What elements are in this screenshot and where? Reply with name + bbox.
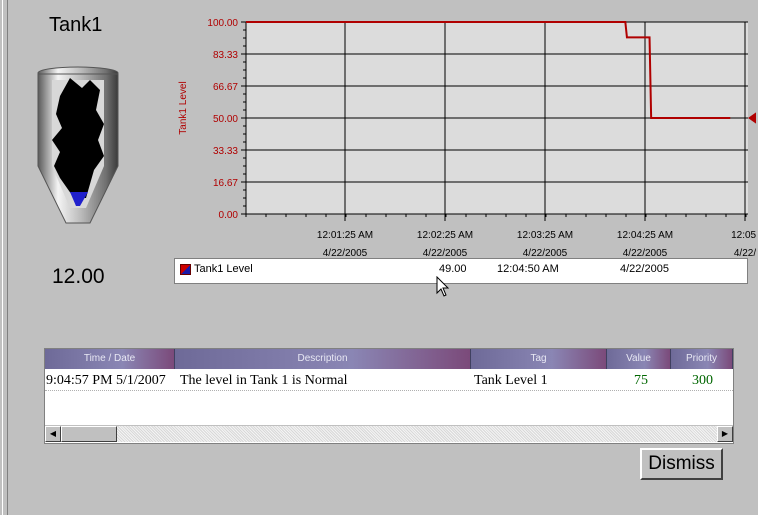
alarm-priority: 300 <box>692 373 713 388</box>
column-header-value[interactable]: Value <box>607 349 671 369</box>
column-header-time-date[interactable]: Time / Date <box>45 349 175 369</box>
chart-x-tick-label: 12:03:25 AM <box>517 230 573 241</box>
horizontal-scrollbar[interactable]: ◀ ▶ <box>45 425 733 442</box>
tank-level-value: 12.00 <box>52 265 105 288</box>
chart-x-tick-label: 12:02:25 AM <box>417 230 473 241</box>
chart-x-tick-date: 4/22/2005 <box>423 248 468 258</box>
conical-tank-icon <box>37 66 119 224</box>
legend-color-swatch <box>180 264 191 275</box>
alarm-description: The level in Tank 1 is Normal <box>180 373 348 388</box>
legend-value: 49.00 <box>439 263 467 275</box>
window-frame <box>0 0 8 515</box>
legend-date: 4/22/2005 <box>620 263 669 275</box>
legend-series-name: Tank1 Level <box>194 263 253 275</box>
chart-x-tick-label: 12:01:25 AM <box>317 230 373 241</box>
chart-x-tick-label: 12:05: <box>731 230 756 241</box>
column-header-description[interactable]: Description <box>175 349 471 369</box>
trend-chart[interactable]: 100.00 83.33 66.67 50.00 33.33 16.67 0.00 12:01… <box>176 14 758 259</box>
chart-y-tick-label: 83.33 <box>213 50 238 61</box>
alarm-time-date: 9:04:57 PM 5/1/2007 <box>46 373 166 388</box>
mouse-pointer-icon <box>436 276 450 297</box>
alarm-row[interactable]: 9:04:57 PM 5/1/2007 The level in Tank 1 … <box>45 373 733 391</box>
chart-x-tick-label: 12:04:25 AM <box>617 230 673 241</box>
column-header-tag[interactable]: Tag <box>471 349 607 369</box>
chart-current-value-marker <box>748 111 758 125</box>
chart-y-tick-label: 16.67 <box>213 178 238 189</box>
scroll-left-button[interactable]: ◀ <box>45 426 61 442</box>
dismiss-button[interactable]: Dismiss <box>640 448 723 480</box>
chart-x-tick-date: 4/22/ <box>734 248 756 258</box>
alarm-header-row: Time / Date Description Tag Value Priori… <box>45 349 733 369</box>
chart-y-axis-label: Tank1 Level <box>178 81 189 134</box>
arrow-right-icon: ▶ <box>721 429 729 438</box>
chart-y-tick-label: 50.00 <box>213 114 238 125</box>
alarm-value: 75 <box>634 373 648 388</box>
trend-legend[interactable]: Tank1 Level 49.00 12:04:50 AM 4/22/2005 <box>174 258 748 284</box>
legend-time: 12:04:50 AM <box>497 263 559 275</box>
chart-x-tick-date: 4/22/2005 <box>523 248 568 258</box>
chart-x-tick-date: 4/22/2005 <box>323 248 368 258</box>
chart-x-tick-date: 4/22/2005 <box>623 248 668 258</box>
arrow-left-icon: ◀ <box>49 429 57 438</box>
chart-y-tick-label: 66.67 <box>213 82 238 93</box>
chart-y-tick-label: 100.00 <box>207 18 238 29</box>
chart-y-tick-label: 0.00 <box>219 210 239 221</box>
row-divider <box>45 390 733 392</box>
scroll-right-button[interactable]: ▶ <box>717 426 733 442</box>
alarm-tag: Tank Level 1 <box>474 373 548 388</box>
chart-y-tick-label: 33.33 <box>213 146 238 157</box>
tank-title: Tank1 <box>49 14 103 36</box>
scrollbar-thumb[interactable] <box>61 426 117 442</box>
alarm-summary-grid[interactable]: Time / Date Description Tag Value Priori… <box>44 348 734 444</box>
column-header-priority[interactable]: Priority <box>671 349 733 369</box>
